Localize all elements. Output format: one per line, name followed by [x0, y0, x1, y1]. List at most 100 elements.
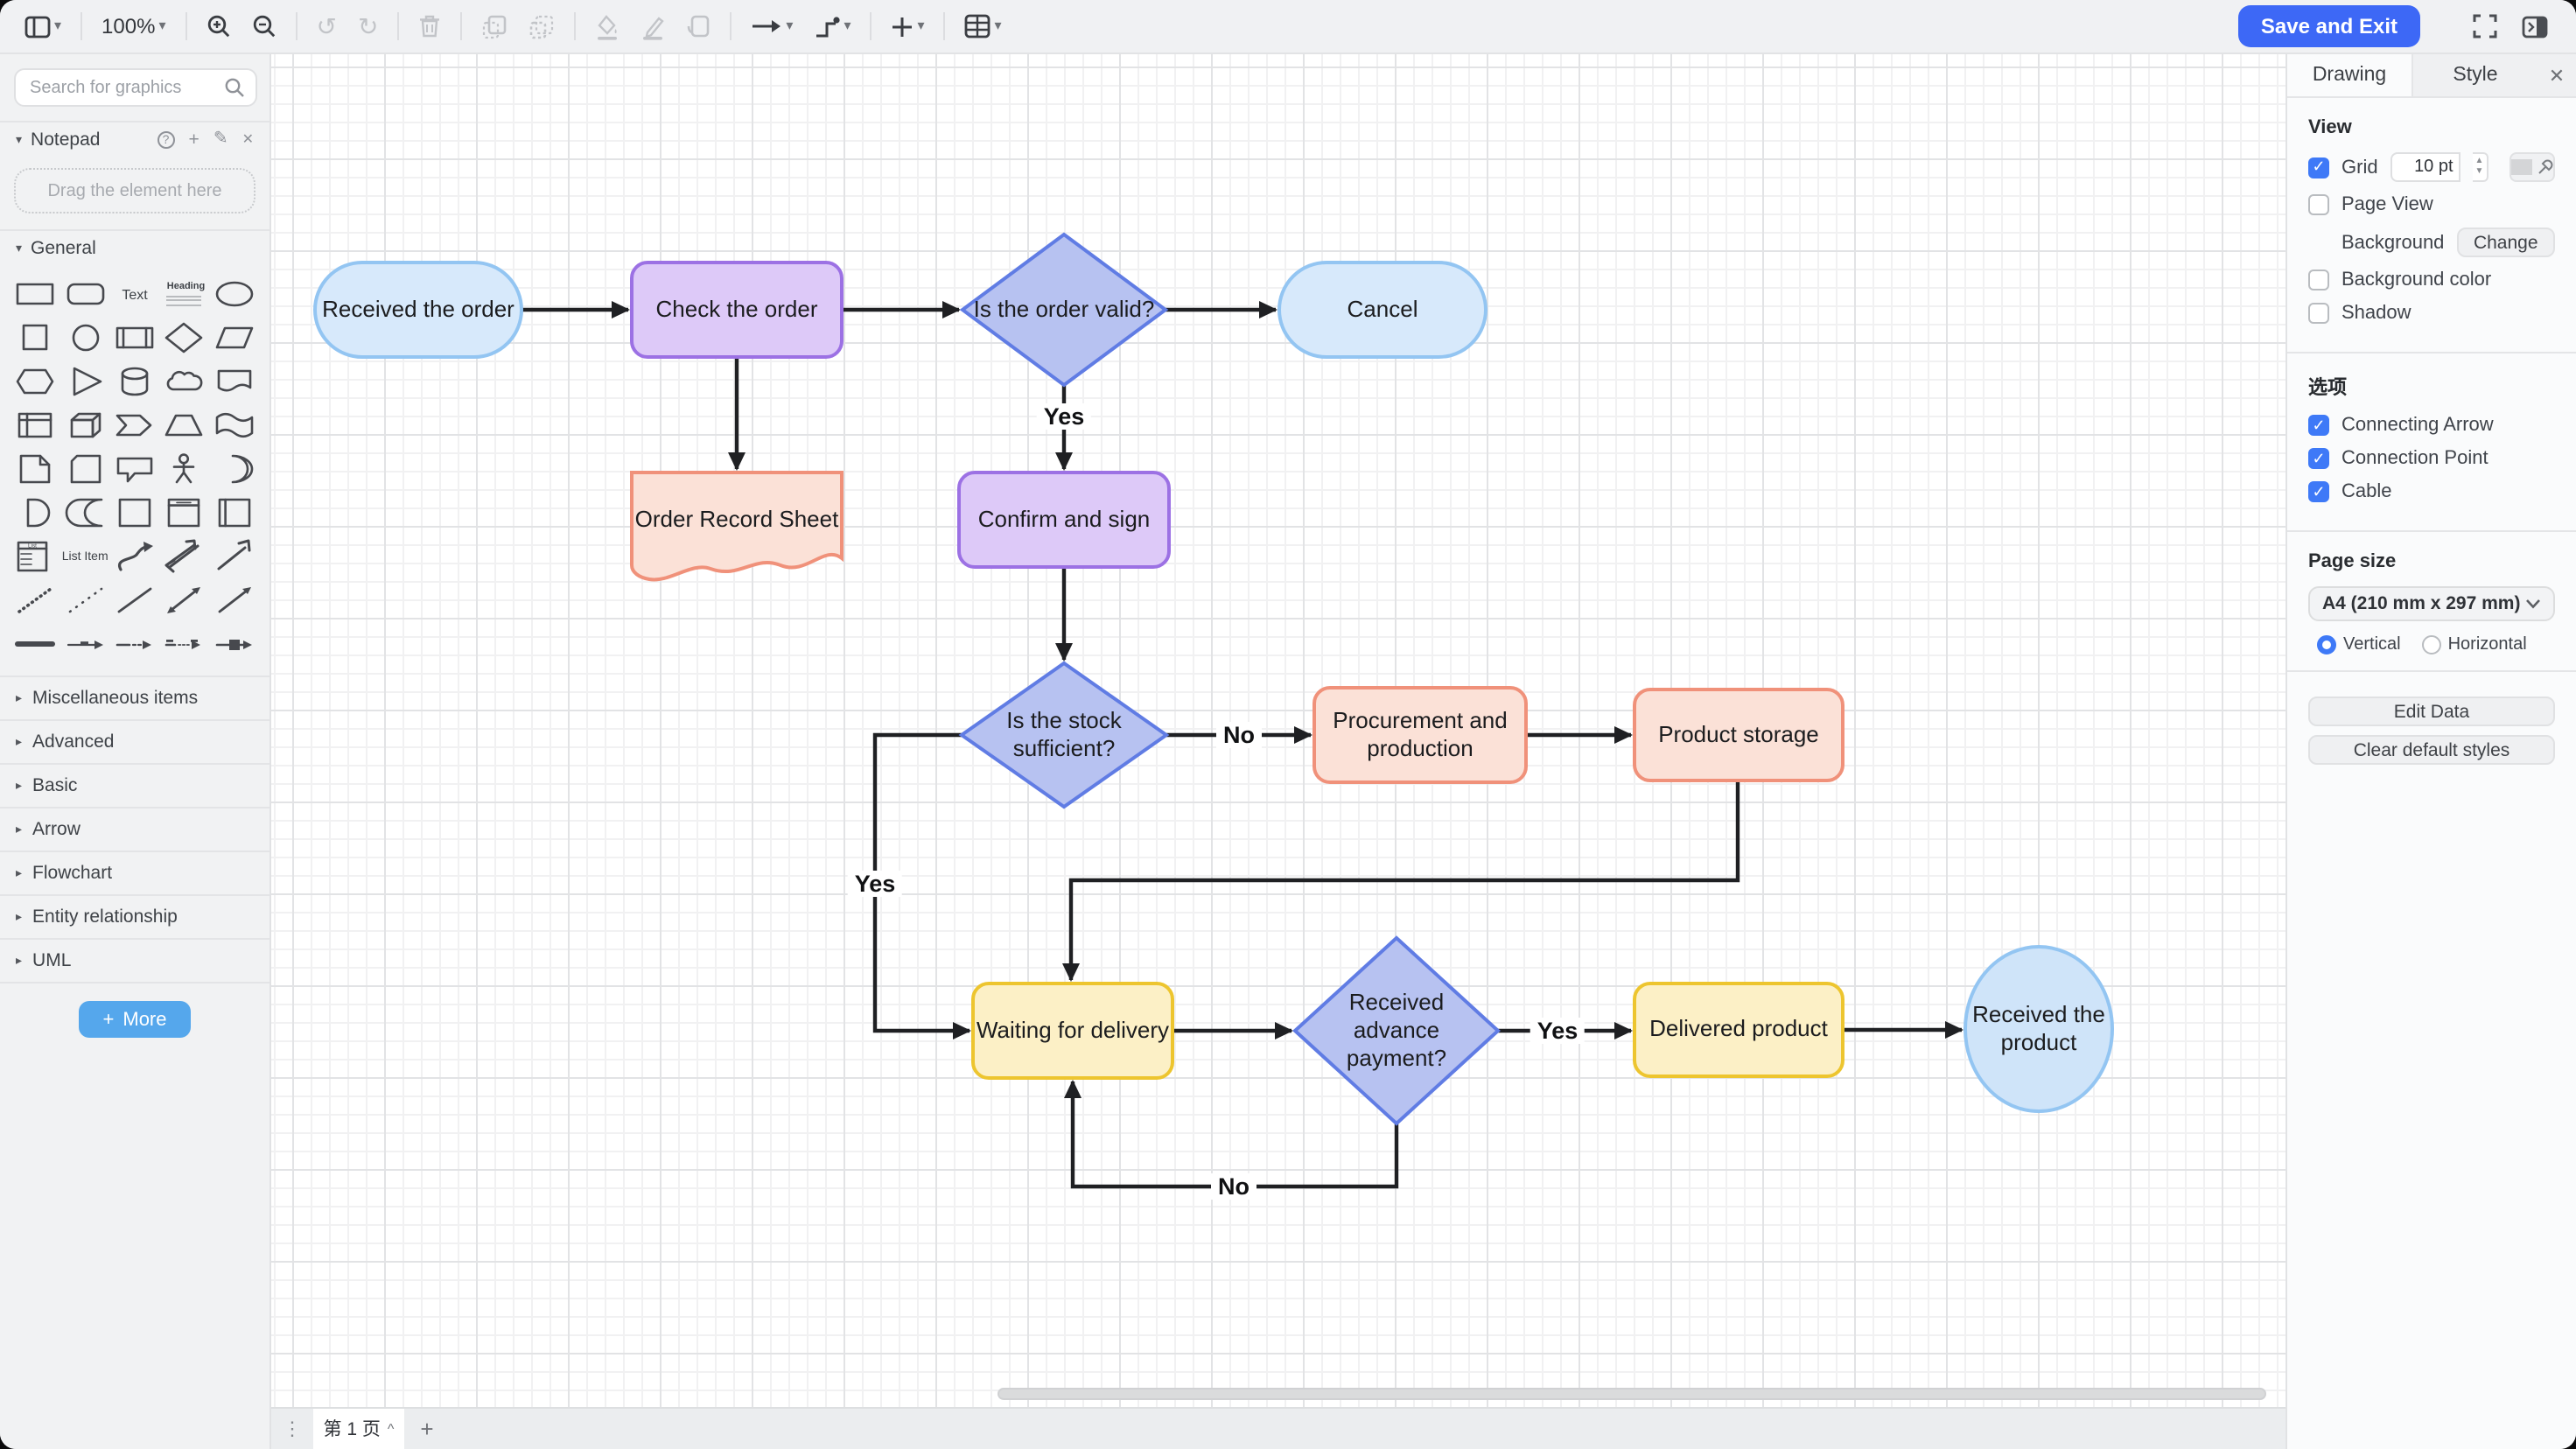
background-color-checkbox[interactable]	[2308, 270, 2329, 290]
connecting-arrow-checkbox[interactable]: ✓	[2308, 415, 2329, 436]
shape-cube[interactable]	[60, 404, 110, 446]
grid-size-input[interactable]	[2390, 152, 2460, 182]
sidebar-item-entity-relationship[interactable]: ▸ Entity relationship	[0, 894, 270, 938]
tab-page-1[interactable]: 第 1 页 ^	[313, 1409, 404, 1449]
send-to-back-button[interactable]	[522, 8, 562, 45]
zoom-in-button[interactable]	[199, 9, 237, 44]
bring-to-front-button[interactable]	[474, 8, 514, 45]
close-panel-button[interactable]: ✕	[2538, 54, 2576, 96]
shape-arrow[interactable]	[209, 579, 259, 621]
cable-checkbox[interactable]: ✓	[2308, 481, 2329, 502]
sidebar-item-advanced[interactable]: ▸ Advanced	[0, 719, 270, 763]
spinner-down-icon[interactable]: ▼	[2474, 167, 2483, 177]
notepad-section-header[interactable]: ▾ Notepad ? + ✎ ✕	[0, 121, 270, 158]
page-view-checkbox[interactable]	[2308, 194, 2329, 215]
shape-bidirectional-arrow[interactable]	[159, 579, 209, 621]
shape-callout[interactable]	[110, 448, 160, 490]
shape-document[interactable]	[209, 360, 259, 402]
node-procurement-and-production[interactable]: Procurement and production	[1314, 688, 1526, 782]
node-order-record-sheet[interactable]: Order Record Sheet	[632, 476, 842, 564]
horizontal-scrollbar[interactable]	[998, 1388, 2266, 1400]
table-dropdown[interactable]: ▾	[958, 9, 1009, 44]
diagram-canvas[interactable]: Received the order Check the order Is th…	[271, 54, 2286, 1407]
shape-cylinder[interactable]	[110, 360, 160, 402]
shape-and[interactable]	[10, 492, 60, 534]
shape-tape[interactable]	[209, 404, 259, 446]
sidebar-item-flowchart[interactable]: ▸ Flowchart	[0, 850, 270, 894]
node-is-the-stock-sufficient[interactable]: Is the stock sufficient?	[970, 691, 1158, 779]
shape-dotted-line[interactable]	[10, 579, 60, 621]
delete-button[interactable]	[411, 9, 448, 44]
close-icon[interactable]: ✕	[242, 133, 254, 147]
shadow-checkbox[interactable]	[2308, 303, 2329, 324]
node-cancel[interactable]: Cancel	[1279, 262, 1486, 357]
more-shapes-button[interactable]: + More	[79, 1001, 191, 1038]
shape-step[interactable]	[110, 404, 160, 446]
edit-icon[interactable]: ✎	[214, 131, 228, 149]
grid-color-swatch[interactable]	[2509, 152, 2555, 182]
shape-or[interactable]	[209, 448, 259, 490]
clear-default-styles-button[interactable]: Clear default styles	[2308, 735, 2555, 765]
zoom-out-button[interactable]	[244, 9, 283, 44]
sidebar-item-basic[interactable]: ▸ Basic	[0, 763, 270, 807]
shape-parallelogram[interactable]	[209, 317, 259, 359]
collapse-panel-icon[interactable]	[2522, 15, 2548, 38]
shape-circle[interactable]	[60, 317, 110, 359]
page-menu-button[interactable]: ⋮	[271, 1409, 313, 1449]
shape-internal-storage[interactable]	[10, 404, 60, 446]
shape-cloud[interactable]	[159, 360, 209, 402]
node-delivered-product[interactable]: Delivered product	[1634, 984, 1843, 1076]
shape-square[interactable]	[10, 317, 60, 359]
shape-hexagon[interactable]	[10, 360, 60, 402]
shape-process[interactable]	[110, 317, 160, 359]
insert-dropdown[interactable]: ▾	[884, 10, 931, 43]
toggle-sidebar-button[interactable]: ▾	[18, 10, 68, 43]
shape-list-item[interactable]: List Item	[60, 536, 110, 578]
redo-button[interactable]: ↻	[351, 9, 385, 44]
shape-vertical-container[interactable]	[209, 492, 259, 534]
shape-note[interactable]	[10, 448, 60, 490]
edit-data-button[interactable]: Edit Data	[2308, 696, 2555, 726]
shape-curve-arrow[interactable]	[110, 536, 160, 578]
tab-style[interactable]: Style	[2413, 54, 2538, 96]
sidebar-item-uml[interactable]: ▸ UML	[0, 938, 270, 982]
fullscreen-icon[interactable]	[2473, 14, 2497, 38]
shape-dashed-line[interactable]	[60, 579, 110, 621]
change-background-button[interactable]: Change	[2456, 228, 2555, 257]
shape-connector-block-arrow[interactable]	[209, 623, 259, 665]
grid-size-stepper[interactable]: ▲ ▼	[2473, 152, 2488, 182]
fill-color-button[interactable]	[588, 8, 626, 45]
node-product-storage[interactable]: Product storage	[1634, 690, 1843, 780]
grid-checkbox[interactable]: ✓	[2308, 157, 2329, 178]
sidebar-item-miscellaneous[interactable]: ▸ Miscellaneous items	[0, 676, 270, 719]
shape-trapezoid[interactable]	[159, 404, 209, 446]
shape-text[interactable]: Text	[110, 273, 160, 315]
line-color-button[interactable]	[634, 8, 672, 45]
vertical-radio[interactable]	[2317, 635, 2336, 654]
shape-link[interactable]	[10, 623, 60, 665]
add-icon[interactable]: +	[189, 131, 200, 150]
shape-list[interactable]: List	[10, 536, 60, 578]
shape-triangle[interactable]	[60, 360, 110, 402]
node-waiting-for-delivery[interactable]: Waiting for delivery	[973, 984, 1172, 1078]
node-check-the-order[interactable]: Check the order	[632, 262, 842, 357]
page-size-select[interactable]: A4 (210 mm x 297 mm)	[2308, 586, 2555, 621]
shape-heading[interactable]: Heading	[159, 273, 209, 315]
shape-label-arrow[interactable]	[60, 623, 110, 665]
shape-container[interactable]	[110, 492, 160, 534]
tab-drawing[interactable]: Drawing	[2287, 54, 2413, 96]
node-received-the-order[interactable]: Received the order	[315, 262, 522, 357]
shape-ellipse[interactable]	[209, 273, 259, 315]
shape-rounded-rectangle[interactable]	[60, 273, 110, 315]
shape-diamond[interactable]	[159, 317, 209, 359]
node-received-advance-payment[interactable]: Received advance payment?	[1307, 952, 1486, 1110]
shape-rectangle[interactable]	[10, 273, 60, 315]
shape-data-storage[interactable]	[60, 492, 110, 534]
shape-card[interactable]	[60, 448, 110, 490]
node-confirm-and-sign[interactable]: Confirm and sign	[959, 472, 1169, 567]
shape-connector-dashed-arrow[interactable]	[110, 623, 160, 665]
node-is-the-order-valid[interactable]: Is the order valid?	[971, 266, 1157, 354]
arrow-style-dropdown[interactable]: ▾	[744, 12, 800, 40]
shape-actor[interactable]	[159, 448, 209, 490]
shape-bidirectional-arrow-outline[interactable]	[159, 536, 209, 578]
